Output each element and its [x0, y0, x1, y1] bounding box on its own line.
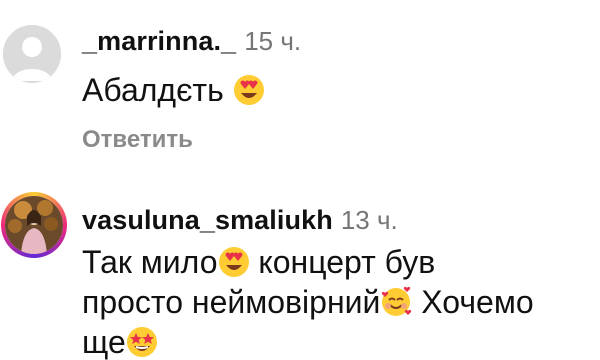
comment-header: _marrinna._ 15 ч. [82, 26, 301, 57]
heart-eyes-emoji-icon [233, 74, 265, 106]
star-struck-emoji-icon [126, 326, 158, 358]
comment-line: просто неймовірний Хочемо [82, 282, 597, 322]
comment-text-part: Абалдєть [82, 72, 224, 108]
comment-header: vasuluna_smaliukh 13 ч. [82, 205, 398, 236]
user-photo-icon [5, 196, 63, 254]
reply-button[interactable]: Ответить [82, 126, 193, 154]
comment-text: Так мило концерт був просто неймовірний [82, 242, 597, 360]
smiling-face-with-hearts-emoji-icon [380, 286, 412, 318]
comment-line: Так мило концерт був [82, 242, 597, 282]
comment-text-part: просто неймовірний [82, 284, 381, 320]
default-avatar-icon[interactable] [3, 25, 61, 83]
comment-thread: _marrinna._ 15 ч. Абалдєть Ответить vasu… [0, 0, 600, 360]
story-ring-avatar[interactable] [1, 192, 67, 258]
heart-eyes-emoji-icon [218, 246, 250, 278]
comment-line: ще [82, 322, 597, 360]
comment-timestamp: 15 ч. [244, 26, 302, 56]
comment-text: Абалдєть [82, 70, 597, 110]
comment-text-part: ще [82, 324, 126, 360]
comment-timestamp: 13 ч. [340, 205, 398, 235]
comment-text-part: Так мило [82, 244, 218, 280]
username-link[interactable]: vasuluna_smaliukh [82, 205, 333, 235]
comment-text-part: Хочемо [412, 284, 534, 320]
username-link[interactable]: _marrinna._ [82, 26, 236, 56]
comment-text-part: концерт був [249, 244, 436, 280]
